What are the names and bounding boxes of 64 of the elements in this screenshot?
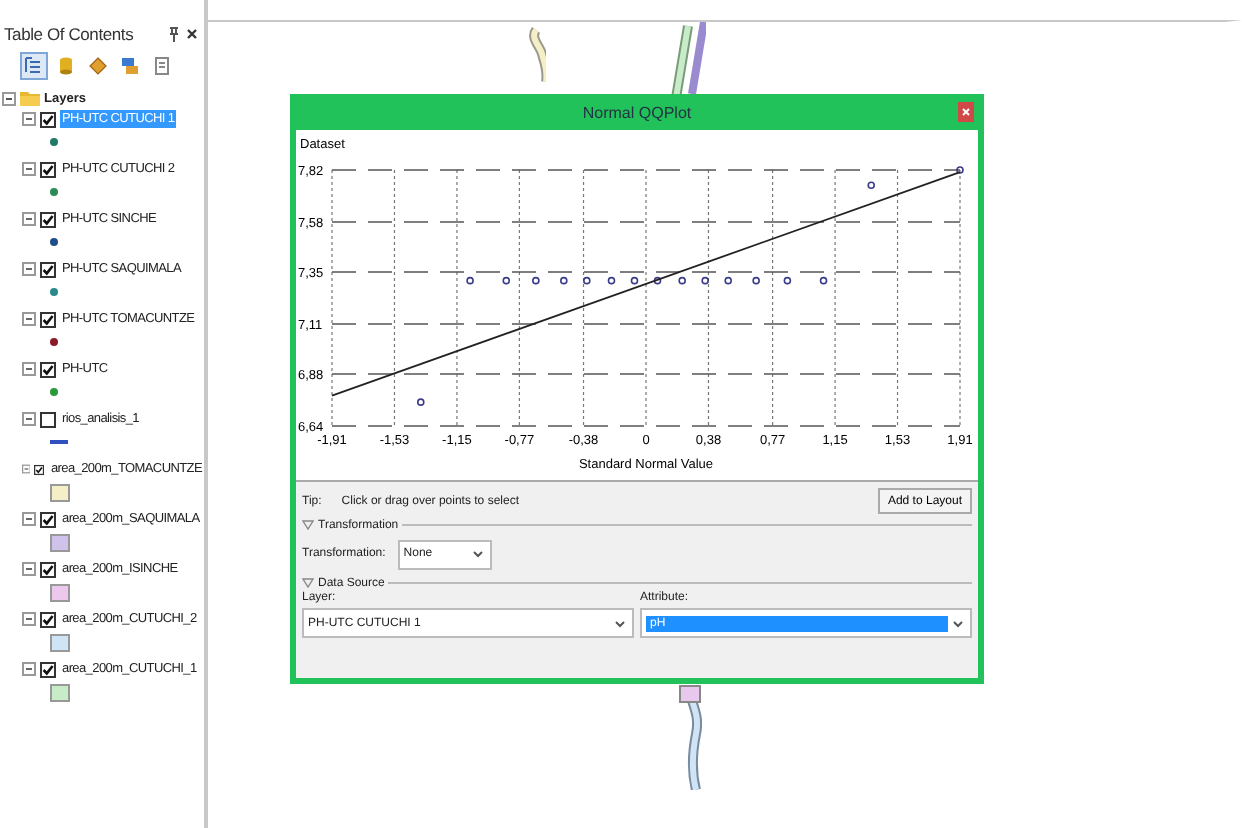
close-icon[interactable]: [186, 28, 198, 40]
checkbox[interactable]: [40, 311, 56, 327]
close-icon: [962, 108, 970, 116]
data-point[interactable]: [583, 276, 591, 285]
collapse-icon[interactable]: [22, 662, 36, 676]
checkbox[interactable]: [40, 611, 56, 627]
data-point[interactable]: [724, 276, 732, 285]
collapse-triangle-icon[interactable]: [302, 578, 314, 588]
data-point[interactable]: [678, 276, 686, 285]
list-icon: [24, 56, 44, 76]
stack-icon: [120, 56, 140, 76]
panel-title: Table Of Contents: [4, 24, 136, 44]
close-button[interactable]: [958, 102, 974, 122]
checkbox[interactable]: [40, 411, 56, 427]
data-point[interactable]: [701, 276, 709, 285]
visibility-button[interactable]: [84, 52, 112, 80]
data-point[interactable]: [466, 276, 474, 285]
checkbox[interactable]: [40, 511, 56, 527]
data-point[interactable]: [607, 276, 616, 285]
collapse-icon[interactable]: [22, 362, 36, 376]
data-point[interactable]: [819, 276, 828, 285]
collapse-icon[interactable]: [22, 312, 36, 326]
collapse-triangle-icon[interactable]: [302, 520, 314, 530]
collapse-icon[interactable]: [22, 412, 36, 426]
dialog-title: Normal QQPlot: [582, 103, 692, 121]
data-point[interactable]: [867, 181, 876, 189]
checkbox[interactable]: [40, 111, 56, 127]
data-point[interactable]: [956, 166, 964, 174]
river-drawing: [670, 22, 706, 98]
sheet-icon: [152, 56, 172, 76]
checkbox[interactable]: [34, 461, 45, 477]
collapse-icon[interactable]: [22, 512, 36, 526]
collapse-icon[interactable]: [22, 562, 36, 576]
caret-icon: [614, 619, 626, 627]
river-drawing: [526, 24, 546, 88]
checkbox[interactable]: [40, 661, 56, 677]
list-view-button[interactable]: [20, 52, 48, 80]
collapse-icon[interactable]: [22, 112, 36, 126]
collapse-icon[interactable]: [22, 162, 36, 176]
diamond-icon: [88, 56, 108, 76]
collapse-icon[interactable]: [22, 262, 36, 276]
collapse-icon[interactable]: [22, 612, 36, 626]
cylinder-icon: [56, 56, 76, 76]
data-point[interactable]: [630, 276, 639, 285]
data-point[interactable]: [560, 276, 568, 285]
data-point[interactable]: [752, 276, 760, 285]
selection-button[interactable]: [116, 52, 144, 80]
data-point[interactable]: [532, 276, 540, 285]
data-point[interactable]: [783, 276, 792, 285]
folder-icon: [20, 90, 40, 106]
data-point[interactable]: [416, 398, 425, 406]
checkbox[interactable]: [40, 211, 56, 227]
pin-icon[interactable]: [168, 26, 180, 42]
checkbox[interactable]: [40, 261, 56, 277]
checkbox[interactable]: [40, 361, 56, 377]
checkbox[interactable]: [40, 161, 56, 177]
caret-icon: [952, 619, 964, 627]
caret-icon: [471, 550, 484, 558]
data-point[interactable]: [653, 276, 662, 285]
collapse-icon[interactable]: [22, 212, 36, 226]
data-point[interactable]: [502, 276, 511, 285]
collapse-icon[interactable]: [2, 91, 16, 105]
checkbox[interactable]: [40, 561, 56, 577]
river-drawing: [678, 684, 702, 790]
